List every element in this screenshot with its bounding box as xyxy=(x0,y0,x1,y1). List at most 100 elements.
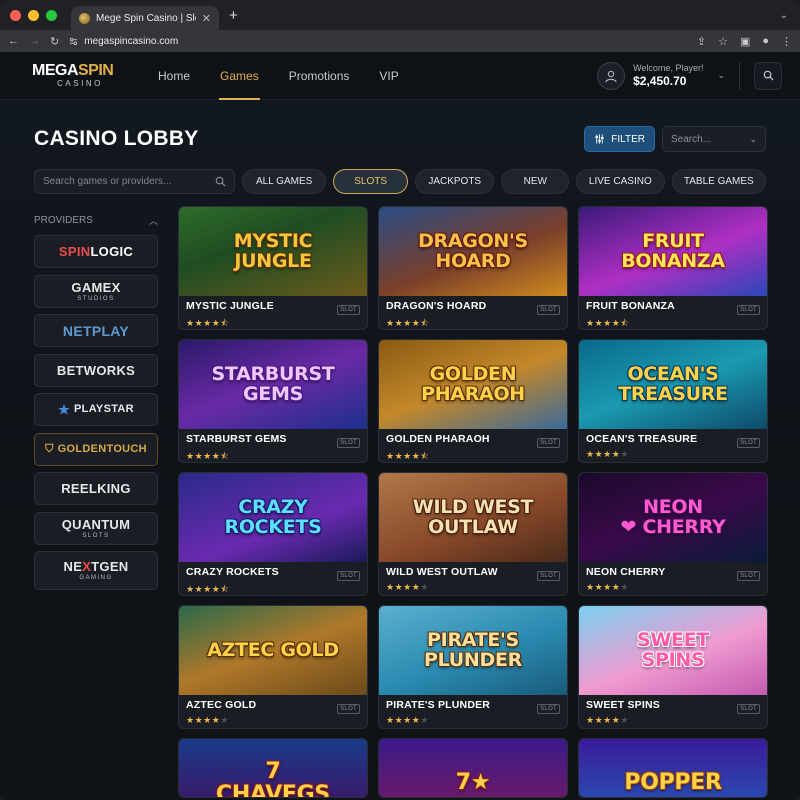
sidebar-toggle-icon[interactable]: ▣ xyxy=(740,35,750,48)
browser-tabbar: Mege Spin Casino | Slots ✕ + ⌄ xyxy=(0,0,800,30)
provider-spinlogic[interactable]: SPINLOGIC xyxy=(34,235,158,268)
site-info-icon[interactable] xyxy=(69,37,78,46)
rating-stars: ★★★★⯪ xyxy=(186,449,360,462)
avatar[interactable] xyxy=(597,61,626,90)
chevron-down-icon[interactable]: ⌄ xyxy=(717,70,725,81)
chevron-up-icon[interactable]: ︿ xyxy=(149,214,158,227)
game-card[interactable]: STARBURST GEMS STARBURST GEMS ★★★★⯪ SLOT xyxy=(178,339,368,463)
slot-badge: SLOT xyxy=(337,571,360,581)
game-card[interactable]: 7★ xyxy=(378,738,568,798)
game-card[interactable]: MYSTIC JUNGLE MYSTIC JUNGLE ★★★★⯪ SLOT xyxy=(178,206,368,330)
provider-playstar[interactable]: ★ PLAYSTAR xyxy=(34,393,158,426)
provider-reelking[interactable]: REELKING xyxy=(34,472,158,505)
game-card[interactable]: GOLDEN PHARAOH GOLDEN PHARAOH ★★★★⯪ SLOT xyxy=(378,339,568,463)
star-icon: ⯪ xyxy=(220,584,230,594)
url-field[interactable]: megaspincasino.com xyxy=(69,36,687,47)
game-card[interactable]: SWEET SPINS SWEET SPINS ★★★★★ SLOT xyxy=(578,605,768,729)
new-tab-icon[interactable]: + xyxy=(229,7,238,24)
game-thumbnail[interactable]: GOLDEN PHARAOH xyxy=(379,340,567,429)
nav-home[interactable]: Home xyxy=(158,52,190,100)
close-window-button[interactable] xyxy=(10,9,21,21)
game-card[interactable]: FRUIT BONANZA FRUIT BONANZA ★★★★⯪ SLOT xyxy=(578,206,768,330)
close-tab-icon[interactable]: ✕ xyxy=(202,12,211,25)
game-thumbnail[interactable]: SWEET SPINS xyxy=(579,606,767,695)
user-menu[interactable]: Welcome, Player! $2,450.70 ⌄ xyxy=(597,61,782,90)
game-thumbnail[interactable]: AZTEC GOLD xyxy=(179,606,367,695)
star-icon: ★ xyxy=(603,449,612,459)
header-search-button[interactable] xyxy=(754,61,782,90)
game-thumbnail[interactable]: MYSTIC JUNGLE xyxy=(179,207,367,296)
game-thumbnail[interactable]: STARBURST GEMS xyxy=(179,340,367,429)
chip-new[interactable]: NEW xyxy=(501,168,570,194)
provider-nextgen[interactable]: NEXTGEN GAMING xyxy=(34,551,158,590)
star-icon: ★ xyxy=(603,715,612,725)
star-icon: ★ xyxy=(586,582,595,592)
provider-betworks[interactable]: BETWORKS xyxy=(34,353,158,387)
provider-quantum[interactable]: QUANTUM SLOTS xyxy=(34,511,158,545)
filter-button[interactable]: FILTER xyxy=(584,126,655,152)
reload-icon[interactable]: ↻ xyxy=(50,35,59,48)
chip-live-casino[interactable]: LIVE CASINO xyxy=(576,168,665,194)
nav-vip[interactable]: VIP xyxy=(379,52,398,100)
casino-logo[interactable]: MEGASPIN CASINO xyxy=(32,63,128,88)
game-thumbnail[interactable]: 7 CHAVEGS xyxy=(179,739,367,797)
provider-netplay[interactable]: NETPLAY xyxy=(34,314,158,347)
game-title: AZTEC GOLD xyxy=(186,699,257,711)
game-search-field[interactable] xyxy=(34,168,235,194)
game-thumbnail[interactable]: CRAZY ROCKETS xyxy=(179,473,367,562)
browser-tab[interactable]: Mege Spin Casino | Slots ✕ xyxy=(71,6,219,30)
game-card[interactable]: POPPER xyxy=(578,738,768,798)
game-thumbnail[interactable]: 7★ xyxy=(379,739,567,797)
profile-icon[interactable]: ● xyxy=(762,35,769,48)
site-header: MEGASPIN CASINO Home Games Promotions VI… xyxy=(0,52,800,100)
game-meta: SWEET SPINS ★★★★★ SLOT xyxy=(579,695,767,728)
sort-dropdown[interactable]: Search... ⌄ xyxy=(662,126,766,152)
bookmark-star-icon[interactable]: ☆ xyxy=(718,35,728,48)
game-thumbnail[interactable]: WILD WEST OUTLAW xyxy=(379,473,567,562)
chip-table-games[interactable]: TABLE GAMES xyxy=(671,168,766,194)
star-icon: ★ xyxy=(186,584,195,594)
game-card[interactable]: NEON ❤ CHERRY NEON CHERRY ★★★★★ SLOT xyxy=(578,472,768,596)
game-title: PIRATE'S PLUNDER xyxy=(386,699,491,711)
game-card[interactable]: PIRATE'S PLUNDER PIRATE'S PLUNDER ★★★★★ SLO… xyxy=(378,605,568,729)
forward-icon[interactable]: → xyxy=(29,35,40,47)
game-card[interactable]: OCEAN'S TREASURE OCEAN'S TREASURE ★★★★★ SLO… xyxy=(578,339,768,463)
chip-all-games[interactable]: ALL GAMES xyxy=(241,168,327,194)
game-art-title: AZTEC GOLD xyxy=(207,638,339,661)
provider-gamex[interactable]: GAMEX STUDIOS xyxy=(34,274,158,308)
rating-stars: ★★★★⯪ xyxy=(386,449,560,462)
provider-subtitle: SLOTS xyxy=(82,532,110,539)
game-thumbnail[interactable]: DRAGON'S HOARD xyxy=(379,207,567,296)
provider-goldentouch[interactable]: ⛉ GOLDENTOUCH xyxy=(34,432,158,466)
star-icon: ★ xyxy=(420,582,429,592)
share-icon[interactable]: ⇪ xyxy=(697,35,706,48)
back-icon[interactable]: ← xyxy=(8,35,19,47)
provider-name-suffix: TGEN xyxy=(91,559,129,574)
star-icon: ★ xyxy=(203,715,212,725)
address-bar-row: ← → ↻ megaspincasino.com ⇪ ☆ ▣ ● ⋮ xyxy=(0,30,800,52)
nav-games[interactable]: Games xyxy=(219,52,260,100)
game-card[interactable]: 7 CHAVEGS xyxy=(178,738,368,798)
game-card[interactable]: WILD WEST OUTLAW WILD WEST OUTLAW ★★★★★ SLO… xyxy=(378,472,568,596)
rating-stars: ★★★★★ xyxy=(386,715,560,726)
game-thumbnail[interactable]: OCEAN'S TREASURE xyxy=(579,340,767,429)
star-icon: ★ xyxy=(386,715,395,725)
game-meta: OCEAN'S TREASURE ★★★★★ SLOT xyxy=(579,429,767,462)
game-card[interactable]: DRAGON'S HOARD DRAGON'S HOARD ★★★★⯪ SLOT xyxy=(378,206,568,330)
maximize-window-button[interactable] xyxy=(46,9,57,21)
game-thumbnail[interactable]: NEON ❤ CHERRY xyxy=(579,473,767,562)
minimize-window-button[interactable] xyxy=(28,9,39,21)
chip-slots[interactable]: SLOTS xyxy=(333,168,408,194)
game-art: AZTEC GOLD xyxy=(179,606,367,695)
game-card[interactable]: AZTEC GOLD AZTEC GOLD ★★★★★ SLOT xyxy=(178,605,368,729)
game-thumbnail[interactable]: POPPER xyxy=(579,739,767,797)
browser-menu-icon[interactable]: ⋮ xyxy=(781,35,792,48)
game-card[interactable]: CRAZY ROCKETS CRAZY ROCKETS ★★★★⯪ SLOT xyxy=(178,472,368,596)
game-meta: NEON CHERRY ★★★★★ SLOT xyxy=(579,562,767,595)
game-thumbnail[interactable]: FRUIT BONANZA xyxy=(579,207,767,296)
game-search-input[interactable] xyxy=(43,175,203,187)
nav-promotions[interactable]: Promotions xyxy=(289,52,350,100)
tab-menu-chevron-icon[interactable]: ⌄ xyxy=(780,10,788,21)
game-thumbnail[interactable]: PIRATE'S PLUNDER xyxy=(379,606,567,695)
chip-jackpots[interactable]: JACKPOTS xyxy=(414,168,495,194)
